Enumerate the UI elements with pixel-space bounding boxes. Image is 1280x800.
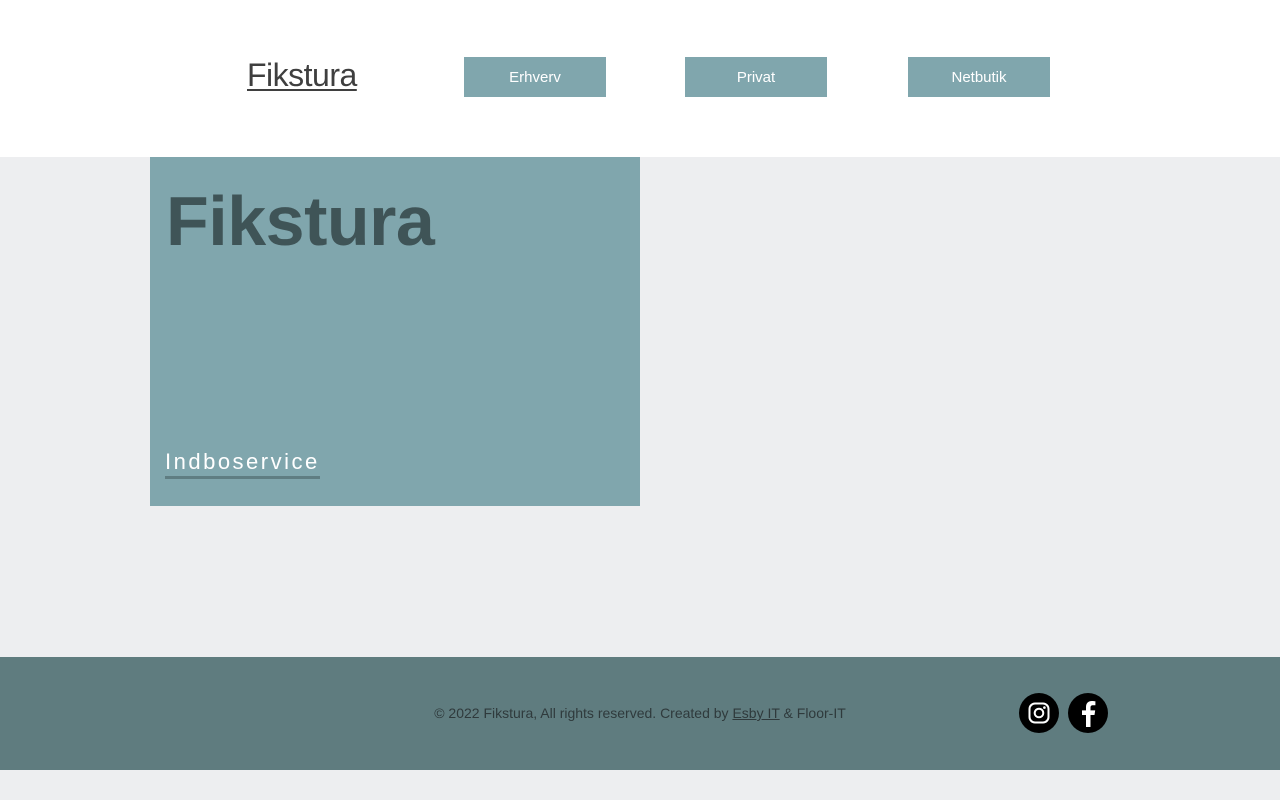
copyright-prefix: © 2022 Fikstura, All rights reserved. Cr… (434, 705, 733, 721)
site-logo[interactable]: Fikstura (247, 57, 357, 94)
indboservice-link[interactable]: Indboservice (165, 449, 320, 479)
nav-button-netbutik[interactable]: Netbutik (908, 57, 1050, 97)
esby-it-link[interactable]: Esby IT (732, 705, 779, 721)
instagram-button[interactable] (1019, 693, 1059, 733)
copyright-suffix: & Floor-IT (779, 705, 846, 721)
site-header: Fikstura Erhverv Privat Netbutik (0, 0, 1280, 157)
nav-button-erhverv[interactable]: Erhverv (464, 57, 606, 97)
facebook-icon (1082, 701, 1096, 727)
nav-button-privat[interactable]: Privat (685, 57, 827, 97)
site-footer: © 2022 Fikstura, All rights reserved. Cr… (0, 657, 1280, 770)
instagram-icon (1028, 702, 1050, 724)
facebook-button[interactable] (1068, 693, 1108, 733)
hero-panel: Fikstura Indboservice (150, 157, 640, 506)
hero-title: Fikstura (166, 182, 435, 260)
